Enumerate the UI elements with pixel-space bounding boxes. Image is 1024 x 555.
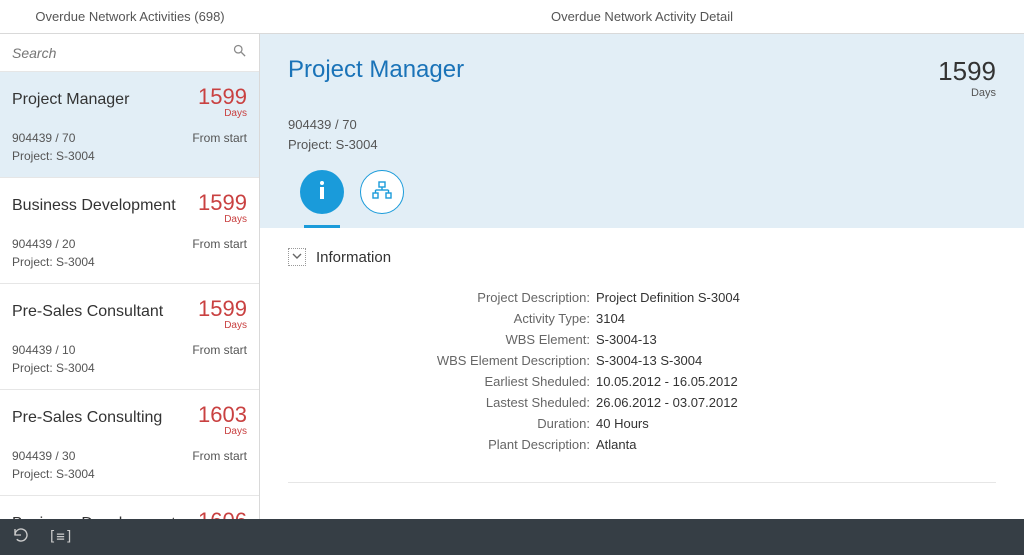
- list-item-title: Pre-Sales Consulting: [12, 409, 162, 427]
- info-label: Activity Type:: [396, 311, 596, 326]
- collapse-toggle[interactable]: [288, 248, 306, 266]
- main-area: Project Manager1599Days904439 / 70From s…: [0, 34, 1024, 519]
- section-title: Information: [316, 249, 391, 266]
- left-panel: Project Manager 1599Days 904439 / 70 From s…: [0, 34, 260, 519]
- info-icon: [314, 179, 330, 206]
- info-value: 26.06.2012 - 03.07.2012: [596, 395, 996, 410]
- detail-days-block: 1599 Days: [938, 56, 996, 99]
- list-item-code: 904439 / 70: [12, 131, 75, 145]
- search-bar: [0, 34, 259, 72]
- list-item-from-start: From start: [192, 449, 247, 463]
- list-item-days: 1599: [198, 296, 247, 322]
- hierarchy-icon: [372, 180, 392, 205]
- detail-code: 904439 / 70: [288, 117, 996, 132]
- info-label: Project Description:: [396, 290, 596, 305]
- info-label: Lastest Sheduled:: [396, 395, 596, 410]
- list-item-days-block: 1606Days: [198, 508, 247, 519]
- refresh-icon[interactable]: [12, 526, 30, 549]
- list-icon[interactable]: [≡]: [48, 529, 73, 545]
- tab-hierarchy[interactable]: [360, 170, 404, 214]
- info-value: Atlanta: [596, 437, 996, 452]
- chevron-down-icon: [292, 248, 302, 266]
- detail-project: Project: S-3004: [288, 137, 996, 152]
- list-item-title: Project Manager: [12, 91, 129, 109]
- list-item[interactable]: Pre-Sales Consulting 1603Days 904439 / 30 F…: [0, 390, 259, 496]
- info-label: Earliest Sheduled:: [396, 374, 596, 389]
- footer-bar: [≡]: [0, 519, 1024, 555]
- list-item-days-block: 1599Days: [198, 84, 247, 119]
- top-header: Overdue Network Activities (698) Overdue…: [0, 0, 1024, 34]
- detail-header-title: Overdue Network Activity Detail: [260, 0, 1024, 33]
- list-item-title: Pre-Sales Consultant: [12, 303, 163, 321]
- info-label: Duration:: [396, 416, 596, 431]
- information-grid: Project Description:Project Definition S…: [396, 290, 996, 452]
- list-header-title: Overdue Network Activities (698): [0, 0, 260, 33]
- list-item-code: 904439 / 30: [12, 449, 75, 463]
- info-value: 3104: [596, 311, 996, 326]
- search-input[interactable]: [12, 45, 232, 61]
- list-item-days: 1599: [198, 84, 247, 110]
- search-icon[interactable]: [232, 43, 247, 63]
- detail-days-number: 1599: [938, 56, 996, 87]
- list-item-days: 1599: [198, 190, 247, 216]
- info-label: WBS Element:: [396, 332, 596, 347]
- list-item-from-start: From start: [192, 237, 247, 251]
- list-item-days-block: 1599Days: [198, 190, 247, 225]
- list-item-days: 1606: [198, 508, 247, 519]
- detail-days-label: Days: [938, 87, 996, 99]
- list-item-from-start: From start: [192, 131, 247, 145]
- detail-head: Project Manager 1599 Days 904439 / 70 Pr…: [260, 34, 1024, 170]
- section-separator: [288, 482, 996, 483]
- info-value: S-3004-13: [596, 332, 996, 347]
- list-item-code: 904439 / 10: [12, 343, 75, 357]
- info-value: 10.05.2012 - 16.05.2012: [596, 374, 996, 389]
- info-label: WBS Element Description:: [396, 353, 596, 368]
- list-item-project: Project: S-3004: [12, 255, 247, 269]
- list-item-days: 1603: [198, 402, 247, 428]
- list-item-days-block: 1599Days: [198, 296, 247, 331]
- info-value: Project Definition S-3004: [596, 290, 996, 305]
- list-item[interactable]: Pre-Sales Consultant 1599Days 904439 / 10 F…: [0, 284, 259, 390]
- tab-information[interactable]: [300, 170, 344, 214]
- list-item-project: Project: S-3004: [12, 467, 247, 481]
- info-value: S-3004-13 S-3004: [596, 353, 996, 368]
- list-item-days-block: 1603Days: [198, 402, 247, 437]
- list-item[interactable]: Business Development 1599Days 904439 / 20 F…: [0, 178, 259, 284]
- list-item-project: Project: S-3004: [12, 361, 247, 375]
- list-item-code: 904439 / 20: [12, 237, 75, 251]
- detail-title: Project Manager: [288, 56, 464, 99]
- detail-tabs: [260, 170, 1024, 228]
- list-item[interactable]: Project Manager 1599Days 904439 / 70 From s…: [0, 72, 259, 178]
- list-item[interactable]: Business Development1606Days904439 / 40F…: [0, 496, 259, 519]
- activity-list: Project Manager 1599Days 904439 / 70 From s…: [0, 72, 259, 519]
- info-label: Plant Description:: [396, 437, 596, 452]
- list-item-title: Business Development: [12, 197, 176, 215]
- information-section: Information Project Description:Project …: [260, 228, 1024, 472]
- detail-panel: Project Manager 1599 Days 904439 / 70 Pr…: [260, 34, 1024, 519]
- info-value: 40 Hours: [596, 416, 996, 431]
- list-item-from-start: From start: [192, 343, 247, 357]
- section-header: Information: [288, 248, 996, 266]
- list-item-project: Project: S-3004: [12, 149, 247, 163]
